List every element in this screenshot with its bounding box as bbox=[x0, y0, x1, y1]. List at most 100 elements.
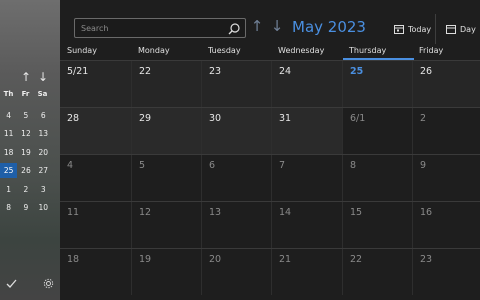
day-cell[interactable]: 7 bbox=[271, 155, 342, 201]
day-cell[interactable]: 20 bbox=[201, 249, 271, 295]
mini-day[interactable]: 19 bbox=[17, 148, 34, 157]
mini-day[interactable]: 6 bbox=[35, 111, 52, 120]
mini-day[interactable]: 12 bbox=[17, 129, 34, 138]
day-number: 22 bbox=[350, 254, 363, 265]
weekday-header: Sunday bbox=[67, 46, 97, 55]
mini-week-row: 18 19 20 bbox=[0, 143, 60, 162]
search-icon[interactable] bbox=[227, 21, 241, 35]
day-view-button[interactable]: Day bbox=[446, 22, 476, 36]
search-input[interactable] bbox=[75, 19, 225, 37]
mini-calendar-grid: 4 5 6 11 12 13 18 19 20 25 26 27 1 2 3 8… bbox=[0, 106, 60, 217]
day-number: 13 bbox=[209, 207, 222, 218]
day-cell[interactable]: 12 bbox=[131, 202, 201, 248]
mini-day[interactable]: 20 bbox=[35, 148, 52, 157]
day-number: 28 bbox=[67, 113, 80, 124]
mini-day[interactable]: 11 bbox=[0, 129, 17, 138]
day-number: 24 bbox=[279, 66, 292, 77]
day-cell[interactable]: 5/21 bbox=[60, 61, 131, 107]
day-cell[interactable]: 23 bbox=[412, 249, 480, 295]
mini-weekday-header: Sa bbox=[37, 90, 48, 98]
settings-gear-icon[interactable] bbox=[43, 278, 54, 292]
mini-day[interactable]: 4 bbox=[0, 111, 17, 120]
day-number: 6 bbox=[209, 160, 216, 171]
mini-day[interactable]: 5 bbox=[17, 111, 34, 120]
day-cell[interactable]: 4 bbox=[60, 155, 131, 201]
day-cell[interactable]: 31 bbox=[271, 108, 342, 154]
day-cell[interactable]: 8 bbox=[342, 155, 412, 201]
day-cell[interactable]: 2 bbox=[412, 108, 480, 154]
mini-day[interactable]: 1 bbox=[0, 185, 17, 194]
day-cell[interactable]: 29 bbox=[131, 108, 201, 154]
mini-day[interactable]: 26 bbox=[17, 166, 34, 175]
mini-day[interactable]: 2 bbox=[17, 185, 34, 194]
day-cell[interactable]: 6 bbox=[201, 155, 271, 201]
mini-week-row: 11 12 13 bbox=[0, 125, 60, 144]
day-number: 18 bbox=[67, 254, 80, 265]
day-number: 22 bbox=[139, 66, 152, 77]
calendar-main: ↑ ↓ May 2023 Today Day Sunday Monday Tue… bbox=[60, 0, 480, 300]
mini-week-row: 8 9 10 bbox=[0, 199, 60, 218]
day-cell[interactable]: 6/1 bbox=[342, 108, 412, 154]
mini-next-arrow-icon[interactable]: ↓ bbox=[38, 70, 48, 84]
sidebar: ↑ ↓ Th Fr Sa 4 5 6 11 12 13 18 19 20 25 … bbox=[0, 0, 60, 300]
day-cell[interactable]: 21 bbox=[271, 249, 342, 295]
day-number: 23 bbox=[420, 254, 433, 265]
day-cell[interactable]: 9 bbox=[412, 155, 480, 201]
weekday-header: Monday bbox=[138, 46, 170, 55]
weekday-header-row: Sunday Monday Tuesday Wednesday Thursday… bbox=[60, 44, 480, 60]
day-cell[interactable]: 5 bbox=[131, 155, 201, 201]
mini-day[interactable]: 10 bbox=[35, 203, 52, 212]
toolbar-divider bbox=[435, 14, 436, 44]
previous-month-arrow-icon[interactable]: ↑ bbox=[250, 18, 264, 34]
today-button[interactable]: Today bbox=[394, 22, 431, 36]
day-number: 15 bbox=[350, 207, 363, 218]
mini-day[interactable]: 8 bbox=[0, 203, 17, 212]
weekday-header: Tuesday bbox=[208, 46, 241, 55]
mini-prev-arrow-icon[interactable]: ↑ bbox=[21, 70, 31, 84]
mini-day[interactable]: 13 bbox=[35, 129, 52, 138]
weekday-header-current: Thursday bbox=[349, 46, 387, 55]
mini-day[interactable]: 9 bbox=[17, 203, 34, 212]
day-number: 6/1 bbox=[350, 113, 366, 124]
mini-day[interactable]: 3 bbox=[35, 185, 52, 194]
day-number: 21 bbox=[279, 254, 292, 265]
day-cell[interactable]: 24 bbox=[271, 61, 342, 107]
weekday-header: Wednesday bbox=[278, 46, 325, 55]
day-cell[interactable]: 30 bbox=[201, 108, 271, 154]
month-title[interactable]: May 2023 bbox=[292, 18, 366, 36]
day-cell[interactable]: 11 bbox=[60, 202, 131, 248]
day-label: Day bbox=[460, 24, 476, 34]
mini-day[interactable]: 18 bbox=[0, 148, 17, 157]
mini-day-selected[interactable]: 25 bbox=[0, 163, 18, 179]
day-number: 29 bbox=[139, 113, 152, 124]
day-number: 7 bbox=[279, 160, 286, 171]
week-row: 18 19 20 21 22 23 bbox=[60, 248, 480, 300]
next-month-arrow-icon[interactable]: ↓ bbox=[270, 18, 284, 34]
mini-week-row: 25 26 27 bbox=[0, 162, 60, 181]
weekday-header: Friday bbox=[419, 46, 444, 55]
day-cell-today[interactable]: 25 bbox=[342, 61, 412, 107]
day-cell[interactable]: 18 bbox=[60, 249, 131, 295]
day-number: 19 bbox=[139, 254, 152, 265]
day-number: 26 bbox=[420, 66, 433, 77]
day-cell[interactable]: 22 bbox=[342, 249, 412, 295]
day-number: 9 bbox=[420, 160, 427, 171]
day-view-icon bbox=[446, 24, 456, 34]
day-number: 12 bbox=[139, 207, 152, 218]
day-cell[interactable]: 14 bbox=[271, 202, 342, 248]
day-cell[interactable]: 16 bbox=[412, 202, 480, 248]
mini-weekday-header: Fr bbox=[21, 90, 30, 98]
tasks-check-icon[interactable] bbox=[6, 278, 17, 292]
day-number-today: 25 bbox=[350, 66, 364, 77]
day-cell[interactable]: 13 bbox=[201, 202, 271, 248]
day-cell[interactable]: 15 bbox=[342, 202, 412, 248]
calendar-today-icon bbox=[394, 24, 404, 34]
day-cell[interactable]: 28 bbox=[60, 108, 131, 154]
day-cell[interactable]: 26 bbox=[412, 61, 480, 107]
day-cell[interactable]: 23 bbox=[201, 61, 271, 107]
day-number: 16 bbox=[420, 207, 433, 218]
day-cell[interactable]: 19 bbox=[131, 249, 201, 295]
mini-weekday-header: Th bbox=[3, 90, 14, 98]
day-cell[interactable]: 22 bbox=[131, 61, 201, 107]
mini-day[interactable]: 27 bbox=[35, 166, 52, 175]
